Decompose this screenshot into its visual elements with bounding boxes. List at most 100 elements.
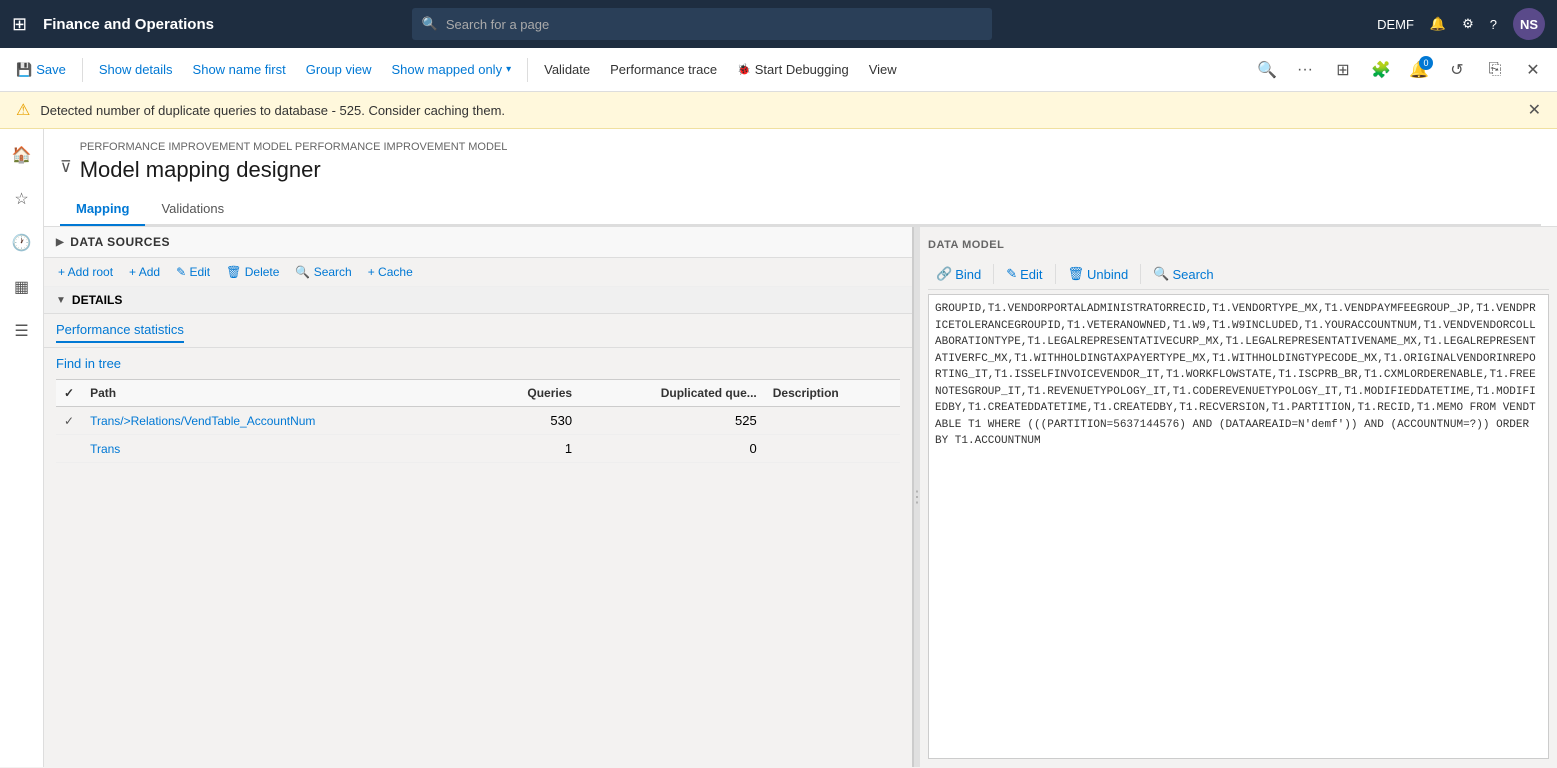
search-icon: 🔍 — [422, 16, 438, 32]
edit-dm-button[interactable]: ✎ Edit — [998, 263, 1050, 285]
col-queries: Queries — [480, 380, 580, 407]
tab-mapping[interactable]: Mapping — [60, 193, 145, 226]
search-toolbar-icon[interactable]: 🔍 — [1251, 54, 1283, 86]
avatar[interactable]: NS — [1513, 8, 1545, 40]
row-check-2 — [56, 435, 82, 463]
col-description: Description — [765, 380, 900, 407]
show-details-button[interactable]: Show details — [91, 58, 181, 81]
cache-button[interactable]: + Cache — [362, 262, 419, 282]
find-in-tree-section: Find in tree — [44, 348, 912, 379]
separator-1 — [82, 58, 83, 82]
performance-statistics-tab[interactable]: Performance statistics — [56, 318, 184, 343]
help-icon[interactable]: ? — [1490, 17, 1497, 32]
notification-icon[interactable]: 🔔 — [1430, 16, 1446, 32]
page-header: ⊽ PERFORMANCE IMPROVEMENT MODEL PERFORMA… — [44, 129, 1557, 227]
topbar: ⊞ Finance and Operations 🔍 DEMF 🔔 ⚙ ? NS — [0, 0, 1557, 48]
app-title: Finance and Operations — [43, 16, 214, 33]
badge-icon-button[interactable]: 🔔 0 — [1403, 54, 1435, 86]
find-in-tree-link[interactable]: Find in tree — [56, 356, 121, 371]
close-icon[interactable]: ✕ — [1517, 54, 1549, 86]
path-link-2[interactable]: Trans — [90, 442, 120, 456]
row-desc-1 — [765, 407, 900, 435]
sidebar-grid-icon[interactable]: ▦ — [4, 269, 40, 305]
delete-ds-button[interactable]: 🗑 Delete — [220, 262, 285, 282]
details-header: ▼ DETAILS — [44, 287, 912, 314]
debug-icon: 🐞 — [737, 63, 751, 76]
content-area: ⊽ PERFORMANCE IMPROVEMENT MODEL PERFORMA… — [44, 129, 1557, 767]
dm-separator-3 — [1140, 264, 1141, 284]
sidebar-star-icon[interactable]: ☆ — [4, 181, 40, 217]
table-container: ✓ Path Queries Duplicated que... Descrip… — [44, 379, 912, 463]
user-label: DEMF — [1377, 17, 1414, 32]
edit-icon: ✎ — [1006, 266, 1017, 282]
col-check: ✓ — [56, 380, 82, 407]
separator-2 — [527, 58, 528, 82]
search-ds-button[interactable]: 🔍 Search — [289, 262, 357, 282]
badge-count: 0 — [1419, 56, 1433, 70]
split-pane: ▶ DATA SOURCES + Add root + Add ✎ Edit — [44, 227, 1557, 767]
validate-button[interactable]: Validate — [536, 58, 598, 81]
tabs: Mapping Validations — [60, 193, 1541, 226]
more-icon[interactable]: ··· — [1289, 54, 1321, 86]
performance-trace-button[interactable]: Performance trace — [602, 58, 725, 81]
warning-close-button[interactable]: ✕ — [1528, 100, 1541, 120]
save-icon: 💾 — [16, 62, 32, 78]
sidebar-home-icon[interactable]: 🏠 — [4, 137, 40, 173]
col-duplicated: Duplicated que... — [580, 380, 765, 407]
warning-icon: ⚠ — [16, 100, 30, 120]
save-button[interactable]: 💾 Save — [8, 58, 74, 82]
topbar-right: DEMF 🔔 ⚙ ? NS — [1377, 8, 1545, 40]
group-view-button[interactable]: Group view — [298, 58, 380, 81]
left-pane: ▶ DATA SOURCES + Add root + Add ✎ Edit — [44, 227, 914, 767]
path-link-1[interactable]: Trans/>Relations/VendTable_AccountNum — [90, 414, 315, 428]
main-layout: 🏠 ☆ 🕐 ▦ ☰ ⊽ PERFORMANCE IMPROVEMENT MODE… — [0, 129, 1557, 767]
sidebar-clock-icon[interactable]: 🕐 — [4, 225, 40, 261]
search-dm-icon: 🔍 — [1153, 266, 1169, 282]
data-sources-expand-icon[interactable]: ▶ — [56, 237, 64, 248]
data-model-toolbar: 🔗 Bind ✎ Edit 🗑 Unbind 🔍 — [928, 259, 1549, 290]
details-section: ▼ DETAILS Performance statistics Find in… — [44, 287, 912, 767]
sidebar-list-icon[interactable]: ☰ — [4, 313, 40, 349]
row-duplicated-1: 525 — [580, 407, 765, 435]
table-row: ✓ Trans/>Relations/VendTable_AccountNum … — [56, 407, 900, 435]
view-button[interactable]: View — [861, 58, 905, 81]
bind-button[interactable]: 🔗 Bind — [928, 263, 989, 285]
search-input[interactable] — [446, 17, 982, 32]
tab-validations[interactable]: Validations — [145, 193, 240, 226]
refresh-icon[interactable]: ↺ — [1441, 54, 1473, 86]
data-sources-toolbar: + Add root + Add ✎ Edit 🗑 Delete 🔍 Searc… — [44, 258, 912, 287]
open-new-icon[interactable]: ⎘ — [1479, 54, 1511, 86]
row-path-2: Trans — [82, 435, 480, 463]
warning-bar: ⚠ Detected number of duplicate queries t… — [0, 92, 1557, 129]
page-title: Model mapping designer — [80, 157, 508, 183]
details-tab-bar: Performance statistics — [44, 314, 912, 348]
row-queries-1: 530 — [480, 407, 580, 435]
row-path: Trans/>Relations/VendTable_AccountNum — [82, 407, 480, 435]
grid-view-icon[interactable]: ⊞ — [1327, 54, 1359, 86]
col-path: Path — [82, 380, 480, 407]
show-mapped-only-button[interactable]: Show mapped only ▾ — [384, 58, 520, 81]
row-desc-2 — [765, 435, 900, 463]
search-dm-button[interactable]: 🔍 Search — [1145, 263, 1221, 285]
add-root-button[interactable]: + Add root — [52, 262, 119, 282]
toolbar: 💾 Save Show details Show name first Grou… — [0, 48, 1557, 92]
search-bar[interactable]: 🔍 — [412, 8, 992, 40]
toolbar-right-icons: 🔍 ··· ⊞ 🧩 🔔 0 ↺ ⎘ ✕ — [1251, 54, 1549, 86]
sql-content-box[interactable]: GROUPID,T1.VENDORPORTALADMINISTRATORRECI… — [928, 294, 1549, 759]
row-duplicated-2: 0 — [580, 435, 765, 463]
left-sidebar: 🏠 ☆ 🕐 ▦ ☰ — [0, 129, 44, 767]
show-name-first-button[interactable]: Show name first — [185, 58, 294, 81]
dm-separator-2 — [1055, 264, 1056, 284]
grid-icon[interactable]: ⊞ — [12, 14, 27, 35]
unbind-icon: 🗑 — [1068, 266, 1085, 282]
start-debugging-button[interactable]: 🐞 Start Debugging — [729, 58, 857, 81]
details-collapse-icon[interactable]: ▼ — [56, 295, 66, 306]
filter-icon[interactable]: ⊽ — [60, 157, 72, 177]
settings-icon[interactable]: ⚙ — [1462, 16, 1474, 32]
unbind-button[interactable]: 🗑 Unbind — [1060, 263, 1137, 285]
edit-ds-button[interactable]: ✎ Edit — [170, 262, 216, 282]
extension-icon[interactable]: 🧩 — [1365, 54, 1397, 86]
data-sources-header: ▶ DATA SOURCES — [44, 227, 912, 258]
add-button[interactable]: + Add — [123, 262, 166, 282]
chevron-down-icon: ▾ — [506, 64, 511, 75]
